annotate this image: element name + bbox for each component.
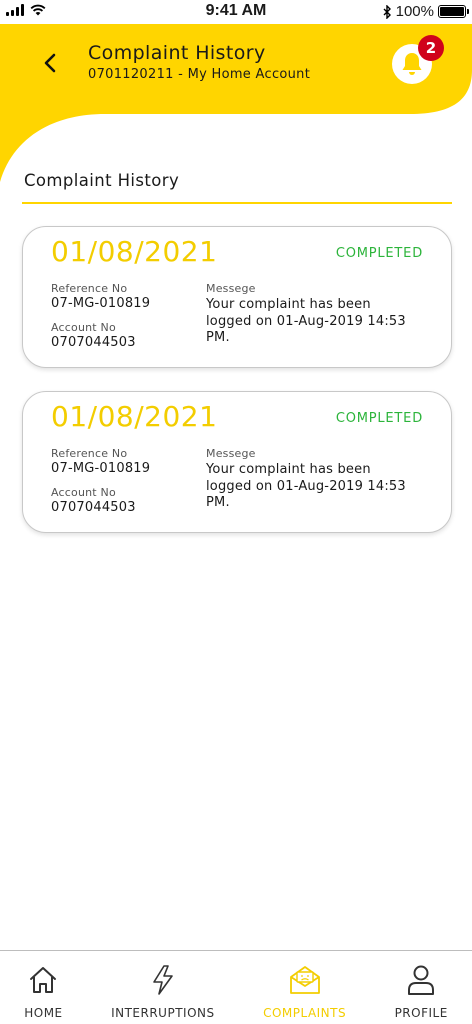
nav-label-interruptions: INTERRUPTIONS <box>111 1006 215 1020</box>
message-value: Your complaint has been logged on 01-Aug… <box>206 462 406 510</box>
nav-item-interruptions[interactable]: INTERRUPTIONS <box>87 951 239 1024</box>
bluetooth-icon <box>383 4 391 19</box>
nav-item-complaints[interactable]: COMPLAINTS <box>239 951 371 1024</box>
account-label: Account No <box>51 486 116 499</box>
battery-icon <box>438 5 469 18</box>
status-badge: COMPLETED <box>335 411 423 426</box>
nav-item-profile[interactable]: PROFILE <box>370 951 472 1024</box>
section-divider <box>22 202 452 204</box>
status-badge: COMPLETED <box>335 246 423 261</box>
bottom-nav: HOME INTERRUPTIONS COMPLAINTS PROFILE <box>0 950 472 1024</box>
message-value: Your complaint has been logged on 01-Aug… <box>206 297 406 345</box>
status-bar: 9:41 AM 100% <box>0 0 472 24</box>
complaint-card[interactable]: 01/08/2021 COMPLETED Reference No 07-MG-… <box>22 391 452 533</box>
reference-value: 07-MG-010819 <box>51 296 151 311</box>
nav-item-home[interactable]: HOME <box>0 951 87 1024</box>
account-value: 0707044503 <box>51 335 136 350</box>
nav-label-complaints: COMPLAINTS <box>263 1006 347 1020</box>
lightning-icon <box>146 963 180 997</box>
home-icon <box>26 963 60 997</box>
account-label: Account No <box>51 321 116 334</box>
nav-label-profile: PROFILE <box>394 1006 448 1020</box>
account-value: 0707044503 <box>51 500 136 515</box>
profile-icon <box>404 963 438 997</box>
reference-value: 07-MG-010819 <box>51 461 151 476</box>
message-label: Messege <box>206 447 256 460</box>
notification-badge: 2 <box>418 35 444 61</box>
complaint-date: 01/08/2021 <box>51 400 218 433</box>
back-button[interactable] <box>36 48 64 78</box>
account-subtitle: 0701120211 - My Home Account <box>88 67 311 82</box>
complaint-date: 01/08/2021 <box>51 235 218 268</box>
reference-label: Reference No <box>51 447 128 460</box>
reference-label: Reference No <box>51 282 128 295</box>
status-right: 100% <box>383 3 469 20</box>
message-label: Messege <box>206 282 256 295</box>
page-title: Complaint History <box>88 42 266 64</box>
section-title: Complaint History <box>24 171 180 190</box>
complaint-card[interactable]: 01/08/2021 COMPLETED Reference No 07-MG-… <box>22 226 452 368</box>
chevron-left-icon <box>44 53 56 73</box>
battery-percent: 100% <box>395 3 434 20</box>
complaint-envelope-icon <box>288 963 322 997</box>
nav-label-home: HOME <box>24 1006 63 1020</box>
